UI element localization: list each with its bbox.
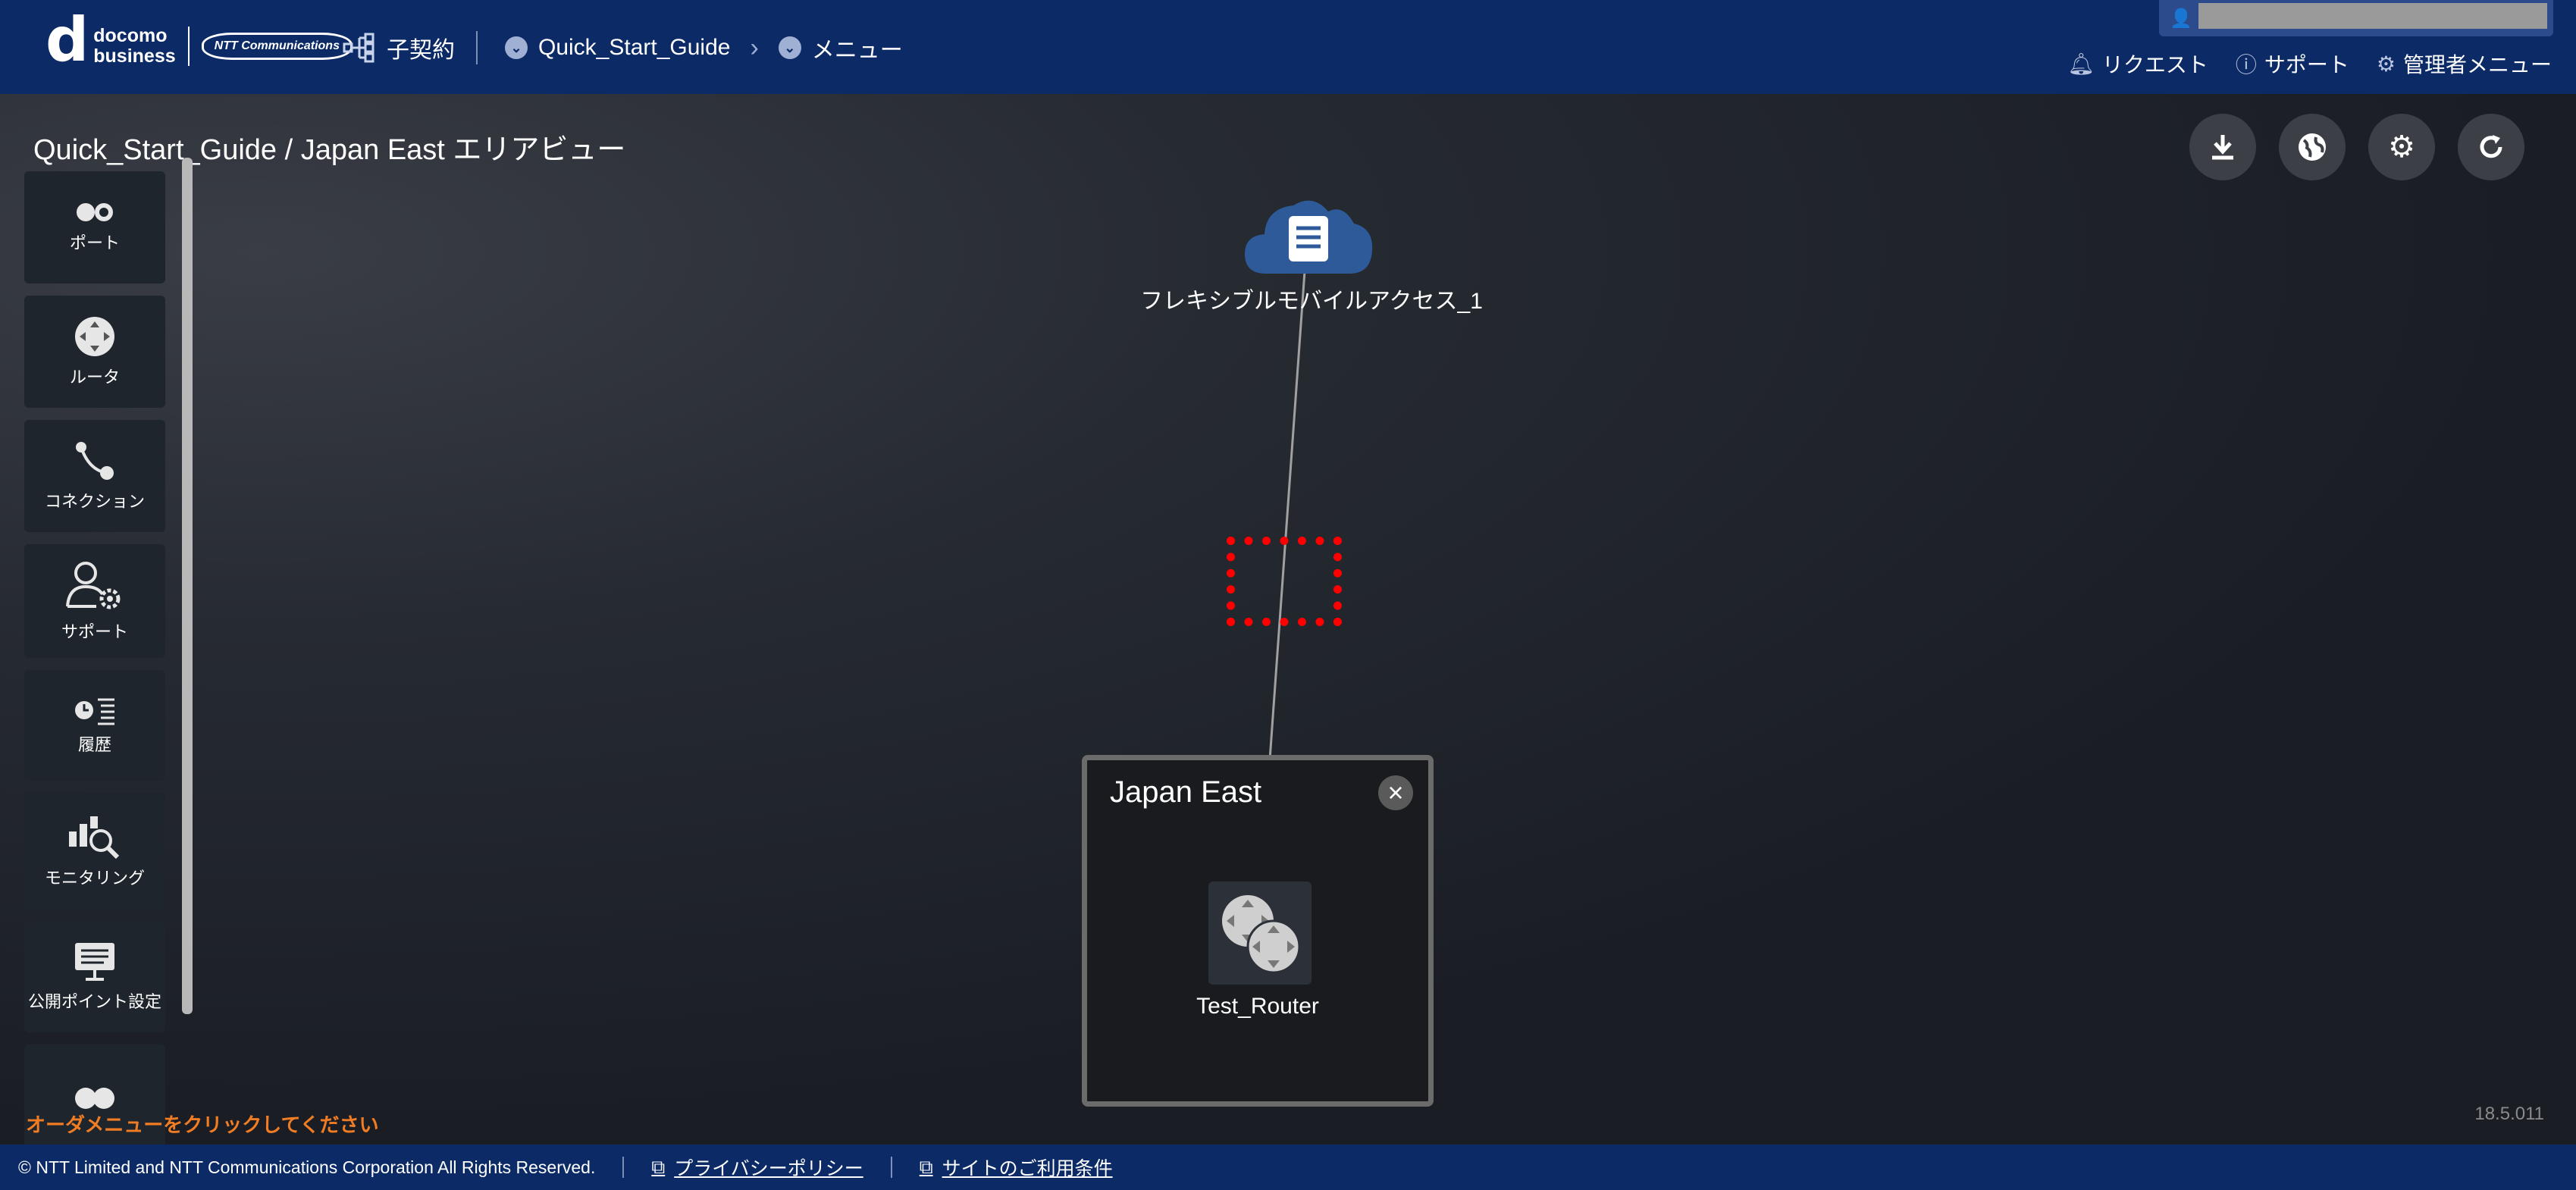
refresh-button[interactable] xyxy=(2458,114,2524,180)
privacy-policy-label: プライバシーポリシー xyxy=(674,1158,863,1179)
sidebar-item-label: 履歴 xyxy=(77,735,111,754)
router-node[interactable] xyxy=(1208,882,1312,985)
router-icon xyxy=(75,317,114,356)
footer-divider xyxy=(622,1157,625,1178)
download-button[interactable] xyxy=(2189,114,2256,180)
footer-divider xyxy=(890,1157,892,1178)
external-link-icon: ⧉ xyxy=(919,1156,933,1178)
globe-icon xyxy=(2299,133,2326,161)
more-order-icon xyxy=(75,1088,114,1109)
display-icon xyxy=(75,943,114,981)
user-icon: 👤 xyxy=(2170,8,2192,29)
page-title: Quick_Start_Guide / Japan East エリアビュー xyxy=(33,134,626,166)
chevron-down-icon: ⌄ xyxy=(778,36,801,59)
header-links: 🔔︎ リクエスト ⓘ サポート ⚙ 管理者メニュー xyxy=(2067,49,2552,79)
support-label: サポート xyxy=(2264,53,2349,77)
brand-top: docomo xyxy=(93,25,168,46)
hierarchy-icon xyxy=(343,33,374,63)
copyright-text: © NTT Limited and NTT Communications Cor… xyxy=(18,1157,596,1177)
admin-menu-link[interactable]: ⚙ 管理者メニュー xyxy=(2377,49,2552,79)
logo-divider xyxy=(187,27,190,66)
router-label: Test_Router xyxy=(1196,994,1319,1019)
cloud-label: フレキシブルモバイルアクセス_1 xyxy=(1140,289,1483,314)
breadcrumb-menu[interactable]: ⌄ メニュー xyxy=(778,31,903,64)
highlight-target-box xyxy=(1227,537,1342,626)
cloud-icon xyxy=(1245,200,1373,274)
user-account-button[interactable]: 👤 xyxy=(2159,0,2553,36)
region-japan-east[interactable]: Japan East × Test_Router xyxy=(1082,755,1434,1107)
request-label: リクエスト xyxy=(2101,53,2208,77)
footer: © NTT Limited and NTT Communications Cor… xyxy=(0,1145,2576,1190)
ntt-communications-logo: NTT Communications xyxy=(201,33,353,60)
terms-label: サイトのご利用条件 xyxy=(942,1158,1113,1179)
admin-menu-label: 管理者メニュー xyxy=(2402,53,2552,77)
privacy-policy-link[interactable]: ⧉ プライバシーポリシー xyxy=(651,1154,863,1181)
sidebar-item-port[interactable]: ポート xyxy=(24,171,165,283)
logo-letter: d xyxy=(45,5,89,75)
sidebar-item-label: ルータ xyxy=(69,368,120,387)
close-region-button[interactable]: × xyxy=(1378,775,1413,810)
sidebar-item-monitoring[interactable]: モニタリング xyxy=(24,793,165,910)
port-icon xyxy=(77,203,113,221)
download-icon xyxy=(2212,135,2233,160)
order-hint-message: オーダメニューをクリックしてください xyxy=(26,1113,379,1136)
version-label: 18.5.011 xyxy=(2474,1104,2544,1124)
sidebar-item-router[interactable]: ルータ xyxy=(24,296,165,408)
contract-switch[interactable]: 子契約 xyxy=(343,31,455,64)
help-circle-icon: ⓘ xyxy=(2235,53,2257,77)
chevron-right-icon: › xyxy=(750,33,759,62)
top-header: d docomo business NTT Communications 子契約… xyxy=(0,0,2576,94)
gear-icon: ⚙ xyxy=(2388,130,2415,164)
nav-divider xyxy=(476,31,478,64)
bell-icon: 🔔︎ xyxy=(2067,52,2095,76)
monitoring-icon xyxy=(69,816,120,859)
sidebar-item-connection[interactable]: コネクション xyxy=(24,420,165,532)
order-sidebar: ポート ルータ コネクション サポート 履歴 モニタリング 公開ポイント設定 xyxy=(24,171,165,1190)
connection-icon xyxy=(76,442,114,480)
breadcrumb-menu-label: メニュー xyxy=(811,38,903,63)
terms-link[interactable]: ⧉ サイトのご利用条件 xyxy=(920,1154,1113,1181)
breadcrumb-project-label: Quick_Start_Guide xyxy=(538,35,731,60)
sidebar-item-label: コネクション xyxy=(44,492,145,511)
region-title: Japan East xyxy=(1110,775,1262,809)
sidebar-item-more[interactable] xyxy=(24,1044,165,1155)
sidebar-item-public-point[interactable]: 公開ポイント設定 xyxy=(24,922,165,1032)
router-pair-icon xyxy=(1222,895,1301,974)
sidebar-item-label: モニタリング xyxy=(44,869,145,888)
sidebar-item-label: サポート xyxy=(61,622,128,641)
globe-button[interactable] xyxy=(2279,114,2346,180)
support-link[interactable]: ⓘ サポート xyxy=(2236,49,2349,79)
contract-label: 子契約 xyxy=(387,38,455,63)
user-gear-icon xyxy=(66,562,121,609)
request-link[interactable]: 🔔︎ リクエスト xyxy=(2067,49,2208,79)
sidebar-item-label: 公開ポイント設定 xyxy=(27,992,161,1011)
chevron-down-icon: ⌄ xyxy=(505,36,528,59)
gear-icon: ⚙ xyxy=(2376,52,2396,76)
history-icon xyxy=(75,698,114,725)
sidebar-item-support[interactable]: サポート xyxy=(24,544,165,658)
sidebar-scrollbar[interactable] xyxy=(182,158,193,1014)
breadcrumb-project[interactable]: ⌄ Quick_Start_Guide xyxy=(505,35,730,61)
sidebar-item-label: ポート xyxy=(69,233,120,252)
area-view-canvas[interactable]: Quick_Start_Guide / Japan East エリアビュー ポー… xyxy=(0,94,2576,1155)
brand-bottom: business xyxy=(93,45,176,67)
flexible-mobile-access-cloud[interactable] xyxy=(1243,193,1374,277)
logo-text: docomo business xyxy=(93,26,175,67)
external-link-icon: ⧉ xyxy=(651,1156,666,1178)
user-name-redacted xyxy=(2198,3,2547,29)
settings-button[interactable]: ⚙ xyxy=(2368,114,2435,180)
refresh-icon xyxy=(2480,135,2502,158)
docomo-business-logo[interactable]: d docomo business NTT Communications xyxy=(45,10,353,73)
close-icon: × xyxy=(1387,777,1404,808)
sidebar-item-history[interactable]: 履歴 xyxy=(24,670,165,781)
header-nav: 子契約 ⌄ Quick_Start_Guide › ⌄ メニュー xyxy=(343,27,903,68)
